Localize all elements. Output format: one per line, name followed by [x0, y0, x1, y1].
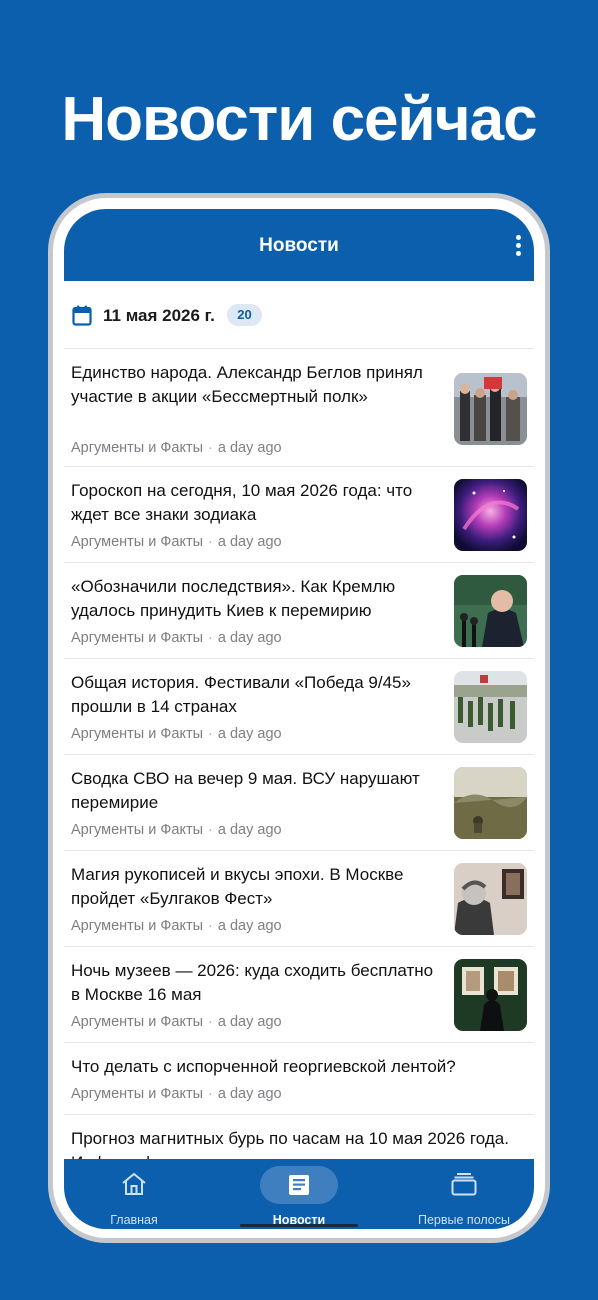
bottom-navigation: Главная Новости Первые полосы	[64, 1159, 534, 1229]
news-item[interactable]: Сводка СВО на вечер 9 мая. ВСУ нарушают …	[64, 754, 534, 850]
news-thumbnail	[454, 373, 527, 445]
more-vert-icon[interactable]	[512, 235, 524, 259]
date-label: 11 мая 2026 г.	[103, 306, 215, 325]
news-time: a day ago	[217, 440, 282, 456]
news-thumbnail	[454, 959, 527, 1031]
app-bar: Новости	[64, 209, 534, 281]
news-item[interactable]: Гороскоп на сегодня, 10 мая 2026 года: ч…	[64, 466, 534, 562]
news-time: a day ago	[217, 1014, 282, 1030]
news-meta: Аргументы и Факты · a day ago	[71, 1086, 282, 1102]
news-source: Аргументы и Факты	[71, 630, 204, 646]
news-meta: Аргументы и Факты · a day ago	[71, 726, 282, 742]
news-content: 11 мая 2026 г. 20 Единство народа. Алекс…	[64, 281, 534, 1172]
news-time: a day ago	[217, 918, 282, 934]
news-thumbnail	[454, 479, 527, 551]
home-indicator	[240, 1224, 358, 1227]
news-title: Магия рукописей и вкусы эпохи. В Москве …	[71, 865, 404, 908]
news-meta: Аргументы и Факты · a day ago	[71, 440, 282, 456]
news-time: a day ago	[217, 822, 282, 838]
news-source: Аргументы и Факты	[71, 1014, 204, 1030]
nav-front-pages-label: Первые полосы	[417, 1213, 510, 1227]
news-time: a day ago	[217, 1086, 282, 1102]
news-thumbnail	[454, 671, 527, 743]
nav-front-pages[interactable]: Первые полосы	[394, 1159, 534, 1229]
stack-icon	[451, 1173, 477, 1196]
news-title: Ночь музеев — 2026: куда сходить бесплат…	[71, 961, 434, 1004]
news-title: Общая история. Фестивали «Победа 9/45» п…	[71, 673, 411, 716]
nav-home[interactable]: Главная	[64, 1159, 204, 1229]
news-meta: Аргументы и Факты · a day ago	[71, 534, 282, 550]
news-item[interactable]: «Обозначили последствия». Как Кремлю уда…	[64, 562, 534, 658]
nav-news[interactable]: Новости	[229, 1159, 369, 1229]
home-icon	[122, 1172, 146, 1195]
news-meta: Аргументы и Факты · a day ago	[71, 918, 282, 934]
news-count-badge: 20	[227, 304, 262, 326]
app-bar-title: Новости	[259, 235, 339, 256]
news-title: Единство народа. Александр Беглов принял…	[71, 363, 423, 406]
newspaper-icon	[289, 1175, 309, 1195]
news-source: Аргументы и Факты	[71, 534, 204, 550]
news-thumbnail	[454, 767, 527, 839]
nav-home-label: Главная	[110, 1213, 158, 1227]
news-title: «Обозначили последствия». Как Кремлю уда…	[71, 577, 396, 620]
news-meta: Аргументы и Факты · a day ago	[71, 630, 282, 646]
news-time: a day ago	[217, 726, 282, 742]
news-meta: Аргументы и Факты · a day ago	[71, 822, 282, 838]
news-thumbnail	[454, 863, 527, 935]
calendar-icon	[72, 305, 92, 326]
app-screen: Новости 11 мая 2026 г. 20 Единство народ…	[64, 209, 534, 1229]
news-thumbnail	[454, 575, 527, 647]
news-item[interactable]: Что делать с испорченной георгиевской ле…	[64, 1042, 534, 1114]
news-title: Сводка СВО на вечер 9 мая. ВСУ нарушают …	[71, 769, 420, 812]
news-time: a day ago	[217, 534, 282, 550]
news-source: Аргументы и Факты	[71, 918, 204, 934]
date-header[interactable]: 11 мая 2026 г. 20	[64, 281, 534, 347]
news-source: Аргументы и Факты	[71, 1086, 204, 1102]
news-source: Аргументы и Факты	[71, 440, 204, 456]
news-source: Аргументы и Факты	[71, 822, 204, 838]
news-item[interactable]: Единство народа. Александр Беглов принял…	[64, 348, 534, 466]
news-time: a day ago	[217, 630, 282, 646]
news-source: Аргументы и Факты	[71, 726, 204, 742]
news-item[interactable]: Ночь музеев — 2026: куда сходить бесплат…	[64, 946, 534, 1042]
news-meta: Аргументы и Факты · a day ago	[71, 1014, 282, 1030]
news-item[interactable]: Общая история. Фестивали «Победа 9/45» п…	[64, 658, 534, 754]
promo-title: Новости сейчас	[61, 85, 537, 154]
news-title: Что делать с испорченной георгиевской ле…	[71, 1057, 456, 1076]
news-item[interactable]: Магия рукописей и вкусы эпохи. В Москве …	[64, 850, 534, 946]
news-list: Единство народа. Александр Беглов принял…	[64, 348, 534, 1210]
news-title: Гороскоп на сегодня, 10 мая 2026 года: ч…	[71, 481, 413, 524]
